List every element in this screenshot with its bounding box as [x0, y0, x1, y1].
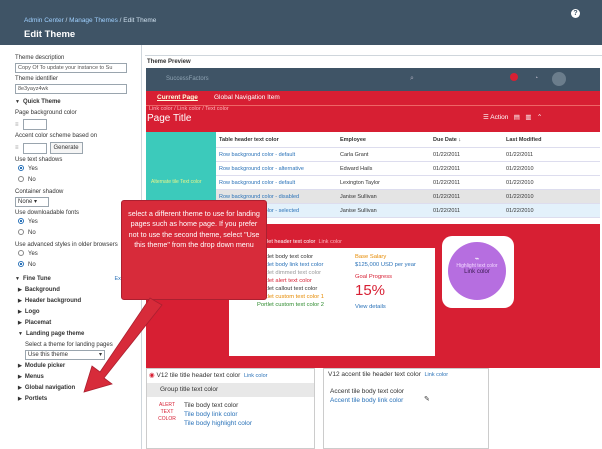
arrow-shape [83, 297, 163, 393]
annotation-arrow [83, 297, 163, 393]
